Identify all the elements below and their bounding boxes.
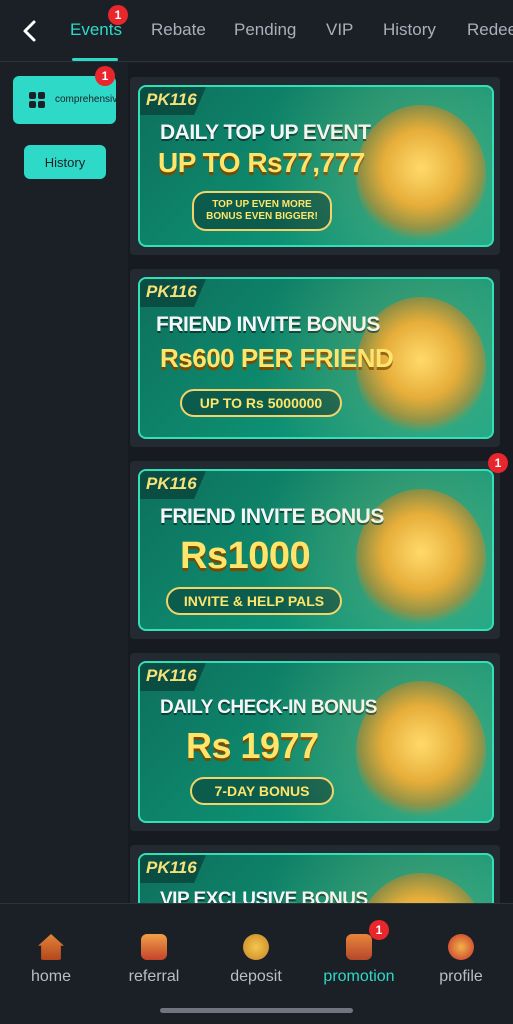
event-card[interactable]: PK116 DAILY CHECK-IN BONUS Rs 1977 7-DAY… xyxy=(130,653,500,831)
event-card[interactable]: PK116 VIP EXCLUSIVE BONUS xyxy=(130,845,500,903)
leprechaun-image xyxy=(356,105,486,245)
nav-label: home xyxy=(30,968,72,985)
treasure-chest-image xyxy=(356,297,486,437)
banner-amount: Rs600 PER FRIEND xyxy=(160,343,394,373)
nav-promotion-badge: 1 xyxy=(369,920,389,940)
nav-deposit[interactable]: deposit xyxy=(206,934,306,986)
nav-profile[interactable]: profile xyxy=(411,934,511,986)
brand-logo: PK116 xyxy=(140,87,206,115)
grid-icon xyxy=(29,92,45,108)
brand-logo: PK116 xyxy=(140,663,206,691)
event-card[interactable]: PK116 DAILY TOP UP EVENT UP TO Rs77,777 … xyxy=(130,77,500,255)
nav-label: promotion xyxy=(323,968,395,985)
nav-label: deposit xyxy=(230,968,282,985)
home-icon xyxy=(38,934,64,960)
banner-amount: Rs1000 xyxy=(180,535,311,577)
event-banner-vip-exclusive[interactable]: PK116 VIP EXCLUSIVE BONUS xyxy=(138,853,494,903)
event-card[interactable]: PK116 FRIEND INVITE BONUS Rs1000 INVITE … xyxy=(130,453,508,639)
banner-pill: INVITE & HELP PALS xyxy=(166,587,342,615)
banner-amount: Rs 1977 xyxy=(186,725,319,766)
event-banner-daily-check-in[interactable]: PK116 DAILY CHECK-IN BONUS Rs 1977 7-DAY… xyxy=(138,661,494,823)
active-tab-indicator xyxy=(72,58,118,61)
tab-strip: Events 1 Rebate Pending VIP History Rede… xyxy=(54,0,513,62)
sidebar-item-comprehensive[interactable]: comprehensive 1 xyxy=(13,66,123,124)
tab-events-badge: 1 xyxy=(108,5,128,25)
event-banner-friend-invite[interactable]: PK116 FRIEND INVITE BONUS Rs600 PER FRIE… xyxy=(138,277,494,439)
tab-redeem[interactable]: Redee xyxy=(467,20,513,40)
sidebar-badge: 1 xyxy=(95,66,115,86)
events-list: PK116 DAILY TOP UP EVENT UP TO Rs77,777 … xyxy=(128,63,513,903)
tab-rebate[interactable]: Rebate xyxy=(151,20,206,40)
banner-title: DAILY CHECK-IN BONUS xyxy=(160,697,377,718)
banner-pill: UP TO Rs 5000000 xyxy=(180,389,342,417)
event-badge: 1 xyxy=(488,453,508,473)
banner-amount: UP TO Rs77,777 xyxy=(158,147,365,178)
nav-promotion[interactable]: promotion 1 xyxy=(309,920,409,986)
sidebar: comprehensive 1 History xyxy=(0,63,128,903)
tab-pending[interactable]: Pending xyxy=(234,20,296,40)
banner-title: FRIEND INVITE BONUS xyxy=(156,313,380,336)
pirate-image xyxy=(356,489,486,629)
brand-logo: PK116 xyxy=(140,279,206,307)
banner-pill: 7-DAY BONUS xyxy=(190,777,334,805)
event-banner-friend-invite-1000[interactable]: PK116 FRIEND INVITE BONUS Rs1000 INVITE … xyxy=(138,469,494,631)
back-button[interactable] xyxy=(14,14,44,48)
banner-title: VIP EXCLUSIVE BONUS xyxy=(160,889,368,903)
top-bar: Events 1 Rebate Pending VIP History Rede… xyxy=(0,0,513,62)
promotion-icon xyxy=(346,934,372,960)
sidebar-item-label: comprehensive xyxy=(55,94,123,105)
banner-title: DAILY TOP UP EVENT xyxy=(160,121,371,144)
chevron-left-icon xyxy=(23,20,36,42)
bottom-nav: home referral deposit promotion 1 profil… xyxy=(0,903,513,1024)
brand-logo: PK116 xyxy=(140,855,206,883)
jester-image xyxy=(356,681,486,821)
sidebar-item-history[interactable]: History xyxy=(24,145,106,179)
banner-title: FRIEND INVITE BONUS xyxy=(160,505,384,528)
tab-vip[interactable]: VIP xyxy=(326,20,353,40)
nav-label: referral xyxy=(128,968,180,985)
nav-home[interactable]: home xyxy=(1,934,101,986)
tab-history[interactable]: History xyxy=(383,20,436,40)
event-banner-daily-top-up[interactable]: PK116 DAILY TOP UP EVENT UP TO Rs77,777 … xyxy=(138,85,494,247)
nav-referral[interactable]: referral xyxy=(104,934,204,986)
deposit-icon xyxy=(243,934,269,960)
brand-logo: PK116 xyxy=(140,471,206,499)
system-home-indicator[interactable] xyxy=(160,1008,353,1013)
event-card[interactable]: PK116 FRIEND INVITE BONUS Rs600 PER FRIE… xyxy=(130,269,500,447)
referral-icon xyxy=(141,934,167,960)
banner-pill: TOP UP EVEN MORE BONUS EVEN BIGGER! xyxy=(192,191,332,231)
nav-label: profile xyxy=(439,968,483,985)
profile-icon xyxy=(448,934,474,960)
dragon-image xyxy=(356,873,486,903)
